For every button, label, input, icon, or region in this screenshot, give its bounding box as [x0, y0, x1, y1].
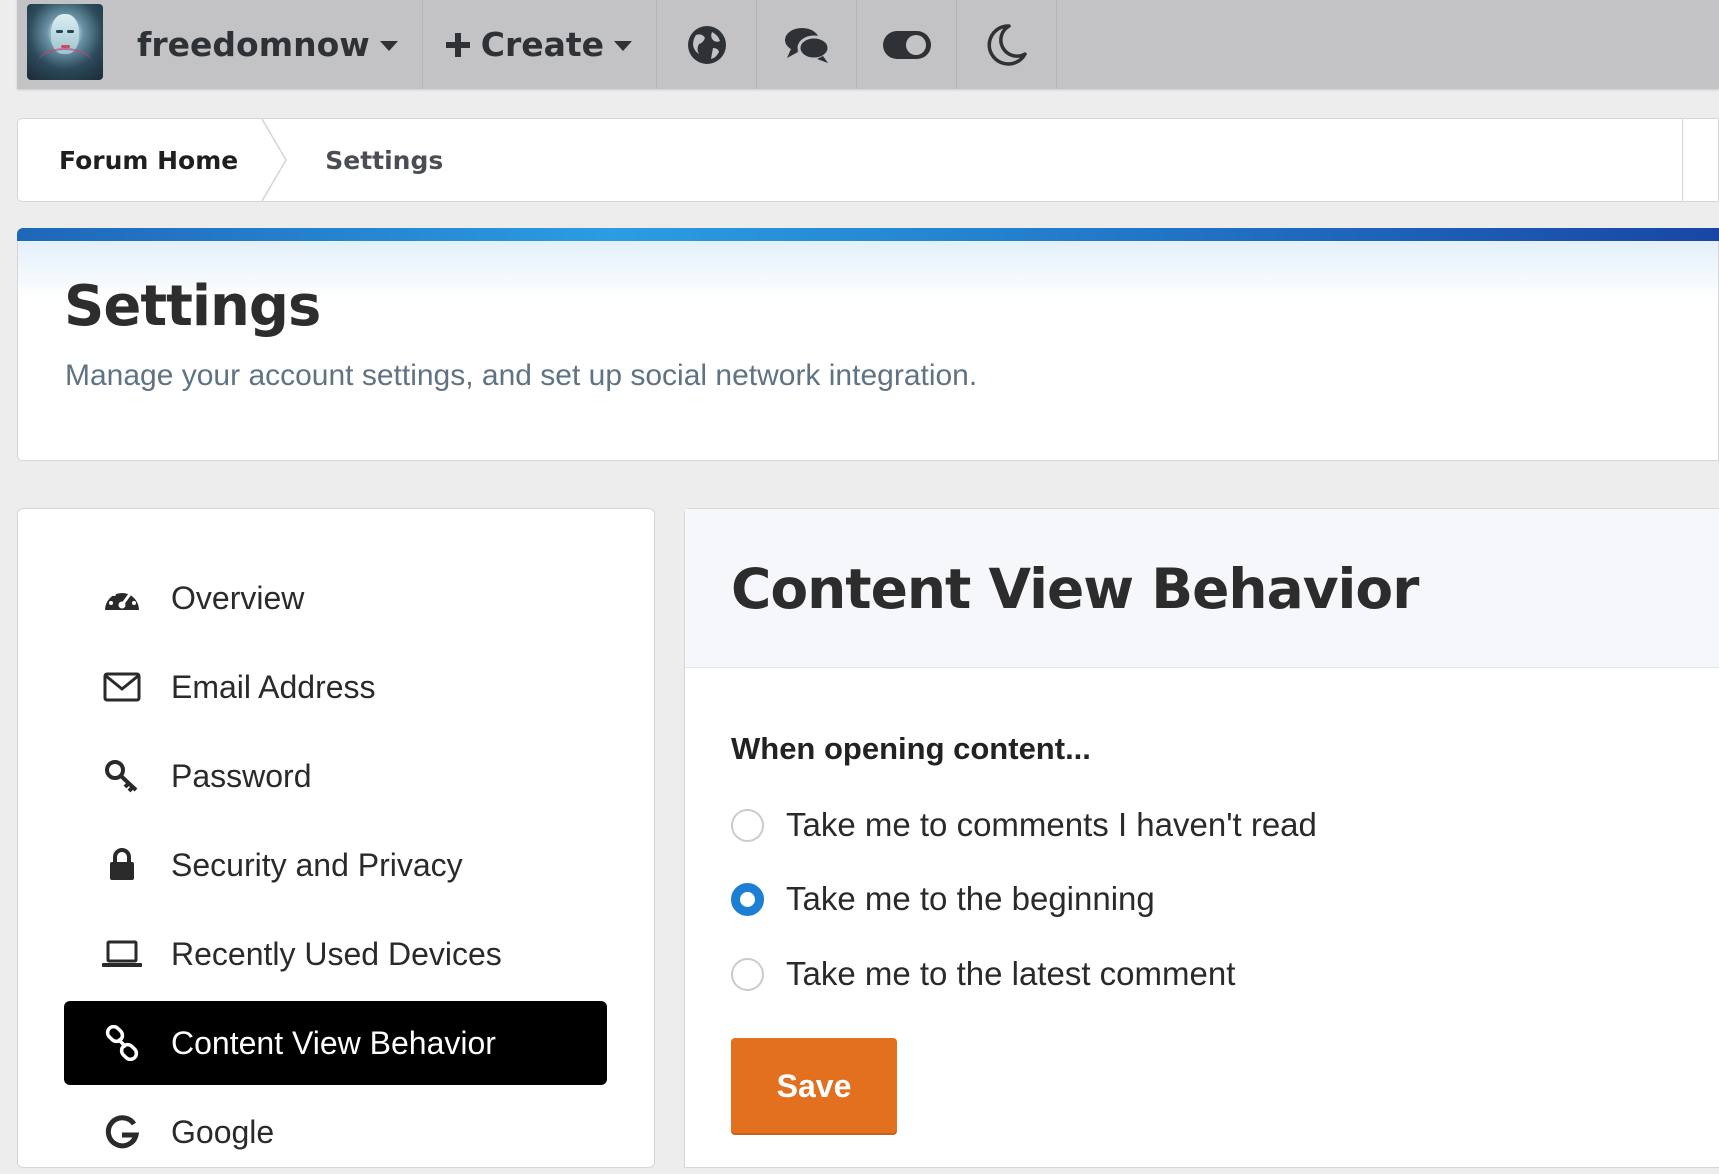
messages-button[interactable]	[757, 0, 858, 89]
globe-icon	[687, 25, 726, 64]
theme-toggle[interactable]	[857, 0, 958, 89]
settings-sidebar: Overview Email Address Password Security…	[17, 508, 655, 1168]
sidebar-item-label: Overview	[171, 579, 305, 616]
sidebar-item-label: Recently Used Devices	[171, 935, 502, 972]
sidebar-item-email-address[interactable]: Email Address	[64, 645, 607, 729]
sidebar-item-recent-devices[interactable]: Recently Used Devices	[64, 912, 607, 996]
sidebar-item-label: Content View Behavior	[171, 1024, 496, 1061]
radio-unread-comments[interactable]	[731, 808, 764, 842]
radio-beginning[interactable]	[731, 882, 764, 916]
chat-icon	[784, 27, 831, 63]
sidebar-item-overview[interactable]: Overview	[64, 556, 607, 640]
sidebar-item-security-privacy[interactable]: Security and Privacy	[64, 823, 607, 907]
google-icon	[99, 1115, 145, 1149]
sidebar-item-label: Security and Privacy	[171, 846, 463, 883]
chevron-down-icon	[379, 40, 398, 51]
option-label: Take me to the latest comment	[786, 955, 1236, 992]
create-label: Create	[480, 25, 605, 64]
sidebar-item-label: Password	[171, 757, 312, 794]
page-title: Settings	[64, 274, 321, 339]
dark-mode-button[interactable]	[957, 0, 1058, 89]
globe-button[interactable]	[657, 0, 758, 89]
options-legend: When opening content...	[731, 731, 1091, 766]
top-navigation-bar: freedomnow Create	[17, 0, 1719, 89]
envelope-icon	[99, 672, 145, 702]
radio-latest-comment[interactable]	[731, 957, 764, 991]
sidebar-item-label: Google	[171, 1113, 275, 1150]
content-view-panel: Content View Behavior When opening conte…	[684, 508, 1719, 1168]
username-label: freedomnow	[137, 25, 370, 64]
option-label: Take me to comments I haven't read	[786, 806, 1317, 843]
page-description: Manage your account settings, and set up…	[65, 359, 978, 392]
moon-icon	[987, 23, 1027, 66]
accent-bar	[17, 228, 1719, 241]
dashboard-icon	[99, 583, 145, 613]
create-menu-button[interactable]: Create	[423, 0, 658, 89]
user-avatar[interactable]	[27, 4, 103, 80]
sidebar-item-content-view-behavior[interactable]: Content View Behavior	[64, 1001, 607, 1085]
user-menu-button[interactable]: freedomnow	[113, 0, 423, 89]
breadcrumb-forum-home[interactable]: Forum Home	[18, 146, 279, 175]
link-icon	[99, 1025, 145, 1061]
sidebar-item-google[interactable]: Google	[64, 1090, 607, 1174]
option-unread-comments[interactable]: Take me to comments I haven't read	[731, 806, 1317, 844]
option-label: Take me to the beginning	[786, 880, 1155, 917]
page-header: Settings Manage your account settings, a…	[17, 228, 1719, 461]
laptop-icon	[99, 939, 145, 969]
sidebar-item-password[interactable]: Password	[64, 734, 607, 818]
sidebar-item-label: Email Address	[171, 668, 376, 705]
panel-header: Content View Behavior	[685, 509, 1719, 668]
option-latest-comment[interactable]: Take me to the latest comment	[731, 955, 1235, 993]
toggle-icon	[882, 30, 931, 59]
panel-title: Content View Behavior	[731, 557, 1419, 621]
save-button[interactable]: Save	[731, 1038, 897, 1135]
breadcrumb-settings[interactable]: Settings	[279, 146, 484, 175]
key-icon	[99, 759, 145, 793]
option-beginning[interactable]: Take me to the beginning	[731, 880, 1155, 918]
plus-icon	[445, 32, 470, 57]
chevron-down-icon	[614, 40, 633, 51]
lock-icon	[99, 848, 145, 882]
breadcrumb: Forum Home Settings	[17, 118, 1719, 202]
